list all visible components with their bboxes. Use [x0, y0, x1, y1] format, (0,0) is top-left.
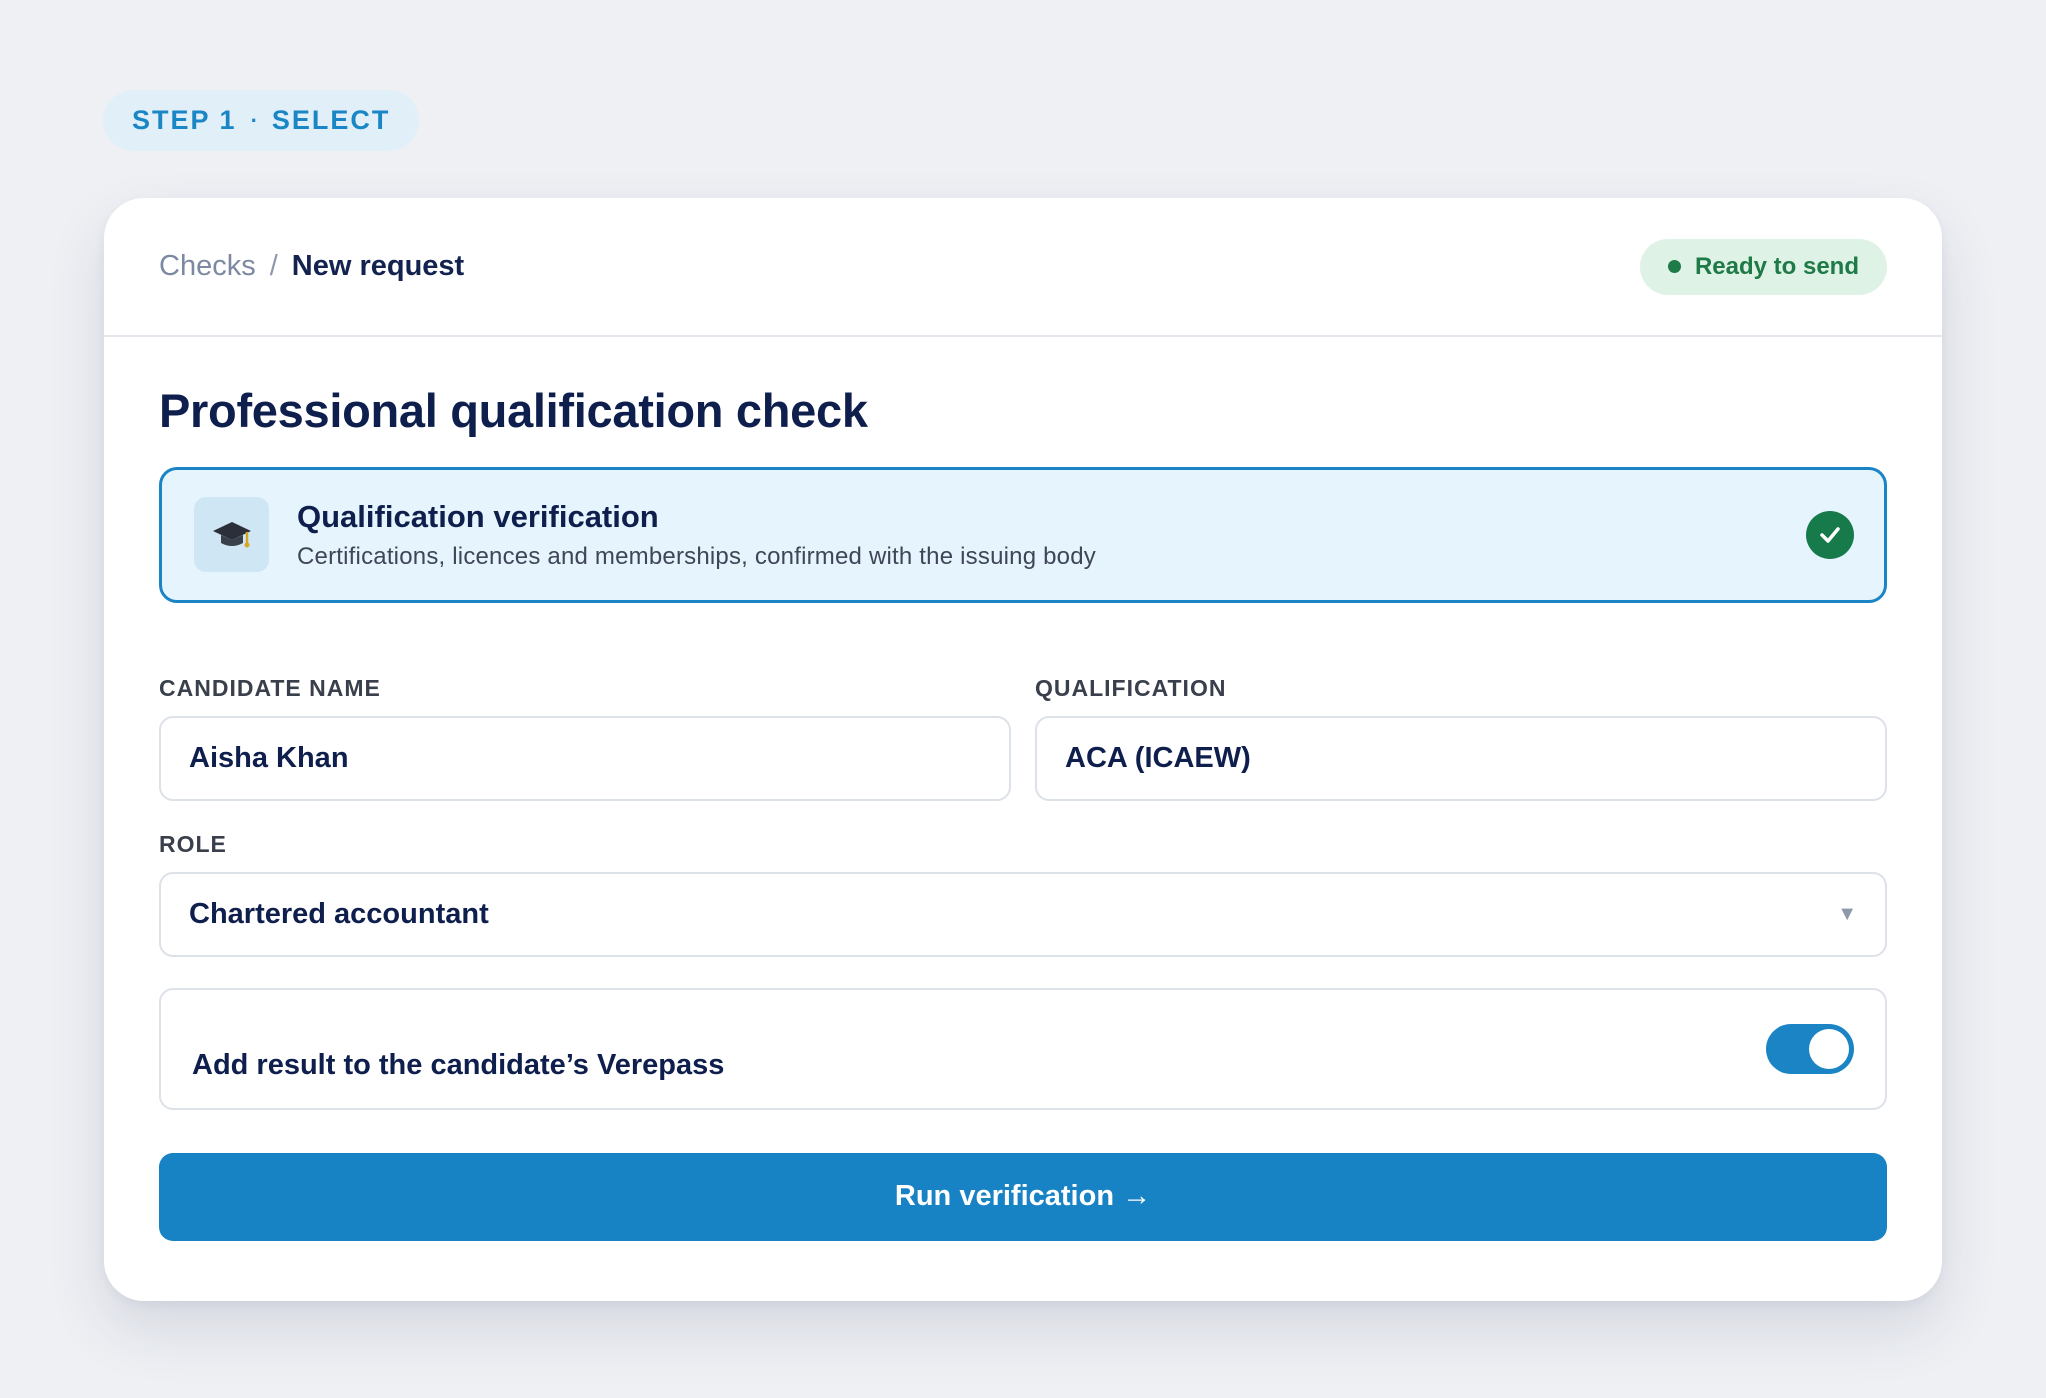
check-request-card: Checks / New request Ready to send Profe…	[104, 198, 1942, 1301]
run-verification-button[interactable]: Run verification →	[159, 1152, 1887, 1241]
status-badge: Ready to send	[1639, 238, 1887, 295]
card-body: Professional qualification check Qualifi…	[104, 337, 1942, 1241]
breadcrumb-checks-link[interactable]: Checks	[159, 250, 256, 283]
breadcrumb-current: New request	[291, 250, 465, 282]
role-field: ROLE Chartered accountant ▼	[159, 831, 1887, 957]
step-name: SELECT	[271, 105, 391, 135]
page-title: Professional qualification check	[159, 384, 868, 437]
graduation-cap-icon	[194, 497, 269, 573]
card-header: Checks / New request Ready to send	[104, 198, 1942, 337]
check-type-text: Qualification verification Certification…	[297, 499, 1096, 571]
fields-row: CANDIDATE NAME Aisha Khan QUALIFICATION …	[159, 675, 1887, 801]
check-type-option-qualification[interactable]: Qualification verification Certification…	[159, 466, 1887, 603]
role-selected-value: Chartered accountant	[189, 897, 489, 930]
verepass-toggle-row: Add result to the candidate’s Verepass	[159, 987, 1887, 1110]
role-label: ROLE	[159, 830, 227, 857]
candidate-name-label: CANDIDATE NAME	[159, 674, 381, 701]
step-indicator: STEP 1 · SELECT	[103, 90, 420, 151]
chevron-down-icon: ▼	[1837, 902, 1857, 925]
candidate-name-field: CANDIDATE NAME Aisha Khan	[159, 675, 1011, 801]
verepass-toggle[interactable]	[1766, 1023, 1854, 1074]
qualification-label: QUALIFICATION	[1035, 674, 1227, 701]
candidate-name-input[interactable]: Aisha Khan	[159, 715, 1011, 801]
role-select[interactable]: Chartered accountant ▼	[159, 871, 1887, 957]
step-separator: ·	[250, 107, 258, 133]
verepass-toggle-label: Add result to the candidate’s Verepass	[192, 1048, 725, 1081]
status-label: Ready to send	[1694, 252, 1859, 280]
step-label: STEP 1	[132, 105, 237, 135]
check-type-title: Qualification verification	[297, 498, 659, 534]
toggle-knob	[1809, 1028, 1849, 1069]
check-type-description: Certifications, licences and memberships…	[297, 542, 1096, 570]
selected-check-icon	[1806, 510, 1854, 559]
breadcrumb: Checks / New request	[159, 250, 464, 283]
qualification-input[interactable]: ACA (ICAEW)	[1035, 715, 1887, 801]
status-dot-icon	[1667, 260, 1681, 273]
qualification-field: QUALIFICATION ACA (ICAEW)	[1035, 675, 1887, 801]
breadcrumb-separator: /	[269, 250, 278, 282]
